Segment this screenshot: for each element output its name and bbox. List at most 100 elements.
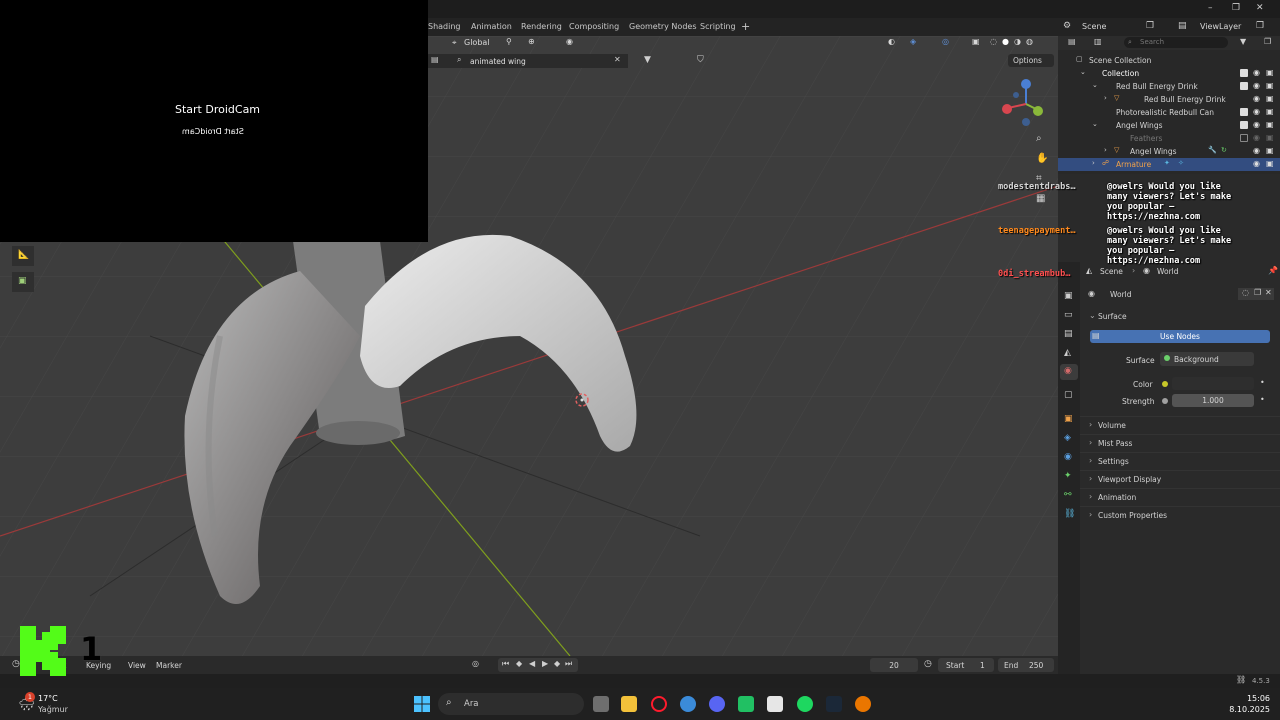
camera-icon[interactable]: ▣ [1266,159,1274,168]
strength-keyframe-dot[interactable]: • [1260,395,1265,404]
blender-icon[interactable] [855,696,871,712]
tool-tab-icon[interactable]: ▣ [1064,292,1073,301]
surface-panel-header[interactable]: ⌄ Surface [1080,308,1280,324]
settings-panel-header[interactable]: › Settings [1080,452,1280,468]
new-scene-icon[interactable]: ❐ [1146,22,1154,31]
options-button[interactable]: Options [1008,54,1054,67]
outliner-search-input[interactable]: ⌕ Search [1124,37,1228,48]
timeline-editor-icon[interactable]: ◷ [12,660,20,669]
eye-icon[interactable]: ◉ [1253,146,1260,155]
clock-date[interactable]: 8.10.2025 [1216,705,1270,714]
world-tab-icon[interactable]: ◉ [1064,367,1072,376]
camera-icon[interactable]: ▣ [1266,133,1274,142]
expand-chevron-icon[interactable]: › [1104,147,1107,154]
visibility-icon[interactable]: ◐ [888,37,895,46]
world-selector[interactable]: ◉ World ◌ ❐ ✕ [1084,286,1274,302]
rendered-shading-icon[interactable]: ◍ [1026,37,1033,46]
task-view-icon[interactable] [593,696,609,712]
color-swatch[interactable] [1172,377,1254,390]
eye-icon[interactable]: ◉ [1253,107,1260,116]
expand-chevron-icon[interactable]: ⌄ [1092,82,1098,89]
scene-icon[interactable]: ⚙ [1063,22,1071,31]
exclude-checkbox[interactable] [1240,69,1248,77]
pan-hand-icon[interactable]: ✋ [1036,154,1048,164]
outliner-row-collection[interactable]: ⌄ Collection ◉ ▣ [1058,67,1280,80]
outliner-row-scene-collection[interactable]: ▢ Scene Collection [1058,54,1280,67]
color-keyframe-dot[interactable]: • [1260,378,1265,387]
record-icon[interactable]: ◎ [472,660,479,668]
clear-search-icon[interactable]: ✕ [614,56,621,64]
opera-icon[interactable] [651,696,667,712]
gizmo-toggle-icon[interactable]: ◈ [910,37,916,46]
file-explorer-icon[interactable] [621,696,637,712]
capcut-icon[interactable] [767,696,783,712]
marker-menu[interactable]: Marker [156,661,182,670]
eye-icon[interactable]: ◉ [1253,120,1260,129]
volume-panel-header[interactable]: › Volume [1080,416,1280,432]
tab-animation[interactable]: Animation [471,22,512,31]
clock-time[interactable]: 15:06 [1226,694,1270,703]
outliner-row-armature[interactable]: › ☍ Armature ✦ ✧ ◉ ▣ [1058,158,1280,171]
scene-tab-icon[interactable]: ◭ [1064,349,1071,358]
xray-icon[interactable]: ▣ [972,37,980,46]
camera-icon[interactable]: ▣ [1266,68,1274,77]
viewlayer-selector[interactable]: ViewLayer [1200,22,1241,31]
custom-properties-panel-header[interactable]: › Custom Properties [1080,506,1280,522]
outliner-row-redbull-can[interactable]: Photorealistic Redbull Can ◉ ▣ [1058,106,1280,119]
outliner-row-redbull-drink-object[interactable]: › ▽ Red Bull Energy Drink ◉ ▣ [1058,93,1280,106]
shield-icon[interactable]: ⛉ [697,56,704,65]
maximize-icon[interactable]: ❐ [1232,4,1240,13]
camera-icon[interactable]: ▣ [1266,81,1274,90]
expand-chevron-icon[interactable]: ⌄ [1080,69,1086,76]
close-icon[interactable]: ✕ [1256,4,1264,13]
next-keyframe-icon[interactable]: ◆ [554,660,560,668]
filter-icon[interactable]: ▼ [644,56,651,65]
settings-gear-icon[interactable] [680,696,696,712]
camera-icon[interactable]: ▣ [1266,107,1274,116]
discord-icon[interactable] [709,696,725,712]
exclude-checkbox[interactable] [1240,108,1248,116]
display-mode-icon[interactable]: ▥ [1094,38,1102,46]
current-frame-field[interactable]: 20 [870,658,918,672]
mist-pass-panel-header[interactable]: › Mist Pass [1080,434,1280,450]
outliner-row-feathers[interactable]: Feathers ◉ ▣ [1058,132,1280,145]
measure-tool-button[interactable]: 📐 [12,246,34,266]
material-shading-icon[interactable]: ◑ [1014,37,1021,46]
new-viewlayer-icon[interactable]: ❐ [1256,22,1264,31]
tab-compositing[interactable]: Compositing [569,22,619,31]
collection-tab-icon[interactable]: ▢ [1064,391,1073,400]
wireframe-shading-icon[interactable]: ◌ [990,37,997,46]
whatsapp-icon[interactable] [738,696,754,712]
minimize-icon[interactable]: – [1208,4,1213,13]
bone-tab-icon[interactable]: ⛓ [1064,510,1075,519]
tab-geometry-nodes[interactable]: Geometry Nodes [629,22,696,31]
unlink-icon[interactable]: ✕ [1265,289,1272,297]
play-reverse-icon[interactable]: ◀ [529,660,535,668]
perspective-toggle-icon[interactable]: ▦ [1036,194,1045,204]
proportional-edit-icon[interactable]: ◉ [566,37,573,46]
orientation-dropdown[interactable]: Global [464,38,490,47]
outliner-row-angel-wings[interactable]: ⌄ Angel Wings ◉ ▣ [1058,119,1280,132]
animation-panel-header[interactable]: › Animation [1080,488,1280,504]
solid-shading-icon[interactable]: ● [1002,37,1009,46]
view-menu[interactable]: View [128,661,146,670]
viewlayer-icon[interactable]: ▤ [1178,22,1187,31]
strength-field[interactable]: 1.000 [1172,394,1254,407]
spotify-icon[interactable] [797,696,813,712]
use-nodes-button[interactable]: ▤ Use Nodes [1090,330,1270,343]
exclude-checkbox[interactable] [1240,121,1248,129]
steam-icon[interactable] [826,696,842,712]
camera-icon[interactable]: ▣ [1266,94,1274,103]
exclude-checkbox[interactable] [1240,82,1248,90]
eye-icon[interactable]: ◉ [1253,133,1260,142]
prev-keyframe-icon[interactable]: ◆ [516,660,522,668]
taskbar-search[interactable]: ⌕ Ara [438,693,584,715]
render-tab-icon[interactable]: ▭ [1064,311,1073,320]
eye-icon[interactable]: ◉ [1253,81,1260,90]
jump-end-icon[interactable]: ⏭ [565,660,572,668]
tab-scripting[interactable]: Scripting [700,22,736,31]
viewport-display-panel-header[interactable]: › Viewport Display [1080,470,1280,486]
eye-icon[interactable]: ◉ [1253,159,1260,168]
camera-icon[interactable]: ▣ [1266,146,1274,155]
filter-icon[interactable]: ▼ [1240,38,1246,46]
